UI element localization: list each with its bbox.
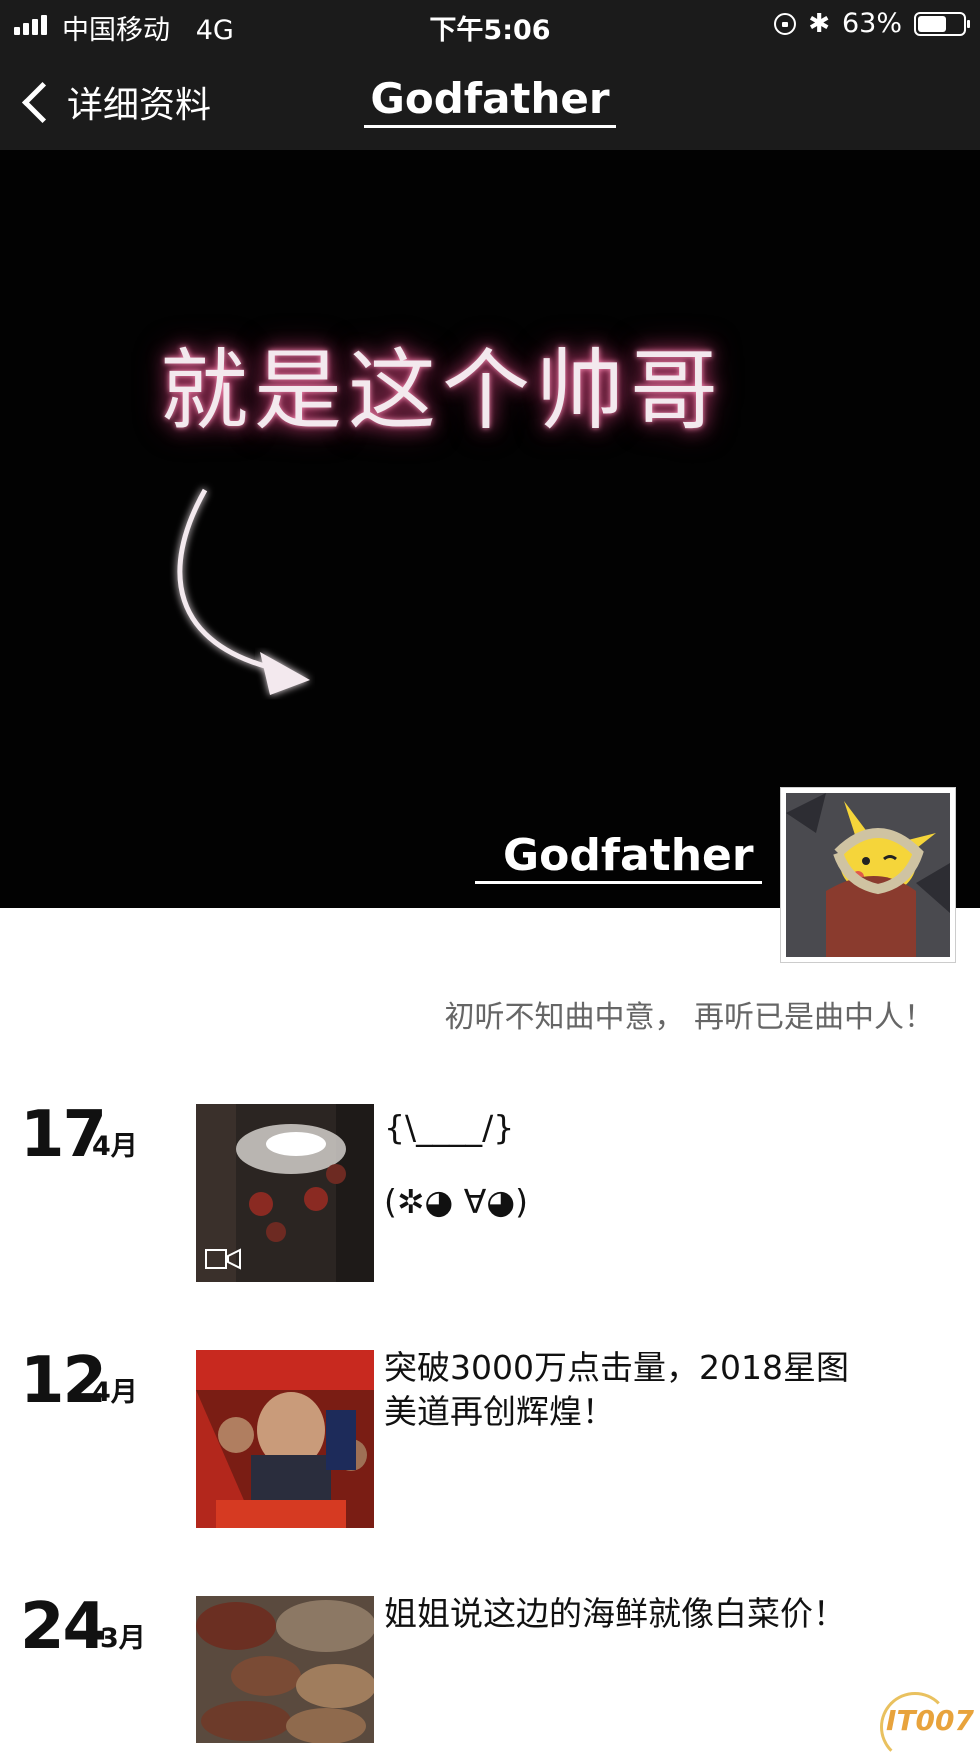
post-thumbnail[interactable] — [196, 1596, 374, 1743]
seafood-photo-image — [196, 1596, 374, 1743]
battery-icon — [914, 11, 970, 36]
profile-signature: 初听不知曲中意， 再听已是曲中人！ — [444, 1000, 934, 1035]
battery-fill — [918, 15, 946, 32]
movie-poster-image — [196, 1350, 374, 1528]
avatar-image — [786, 793, 950, 957]
bluetooth-icon: ✱ — [808, 8, 830, 39]
post-thumbnail[interactable] — [196, 1104, 374, 1282]
battery-percent: 63% — [841, 8, 902, 39]
status-bar: 中国移动 4G 下午5:06 ✱ 63% — [0, 0, 980, 50]
list-item[interactable]: 24 3月 姐姐说这边的海鲜就像白菜价！ — [0, 1590, 980, 1743]
cover-caption: 就是这个帅哥 — [160, 339, 725, 442]
page-title-text: Godfather — [364, 74, 616, 128]
watermark-logo: IT007 — [880, 1692, 974, 1762]
status-right: ✱ 63% — [774, 8, 970, 39]
curved-arrow-icon — [177, 488, 310, 695]
post-thumbnail[interactable] — [196, 1350, 374, 1528]
profile-name: Godfather — [475, 830, 762, 884]
post-date-day: 24 — [20, 1590, 107, 1664]
post-date-month: 4月 — [92, 1377, 138, 1408]
post-text: {\____/} (✲◕ ∀◕) — [384, 1106, 528, 1224]
post-text-line: 美道再创辉煌！ — [384, 1392, 615, 1431]
pikachu-icon — [786, 793, 950, 957]
post-text-line: 姐姐说这边的海鲜就像白菜价！ — [384, 1594, 846, 1633]
rotation-lock-icon — [774, 12, 797, 35]
list-item[interactable]: 17 4月 {\____/} (✲◕ ∀◕) — [0, 1098, 980, 1298]
post-date-month: 3月 — [100, 1623, 146, 1654]
page-title: Godfather — [0, 74, 980, 128]
list-item[interactable]: 12 4月 突破3000万点击量，2018星图 美道再创辉煌！ — [0, 1344, 980, 1544]
post-text-line: {\____/} — [384, 1108, 515, 1147]
video-thumbnail-image — [196, 1104, 374, 1282]
top-bar: 中国移动 4G 下午5:06 ✱ 63% 详细资料 Godfather — [0, 0, 980, 150]
post-text-line: (✲◕ ∀◕) — [384, 1182, 529, 1221]
nav-bar: 详细资料 Godfather — [0, 50, 980, 150]
post-text: 突破3000万点击量，2018星图 美道再创辉煌！ — [384, 1346, 849, 1434]
post-date-month: 4月 — [92, 1131, 138, 1162]
post-text-line: 突破3000万点击量，2018星图 — [384, 1348, 849, 1387]
post-text: 姐姐说这边的海鲜就像白菜价！ — [384, 1592, 846, 1636]
avatar[interactable] — [780, 787, 956, 963]
